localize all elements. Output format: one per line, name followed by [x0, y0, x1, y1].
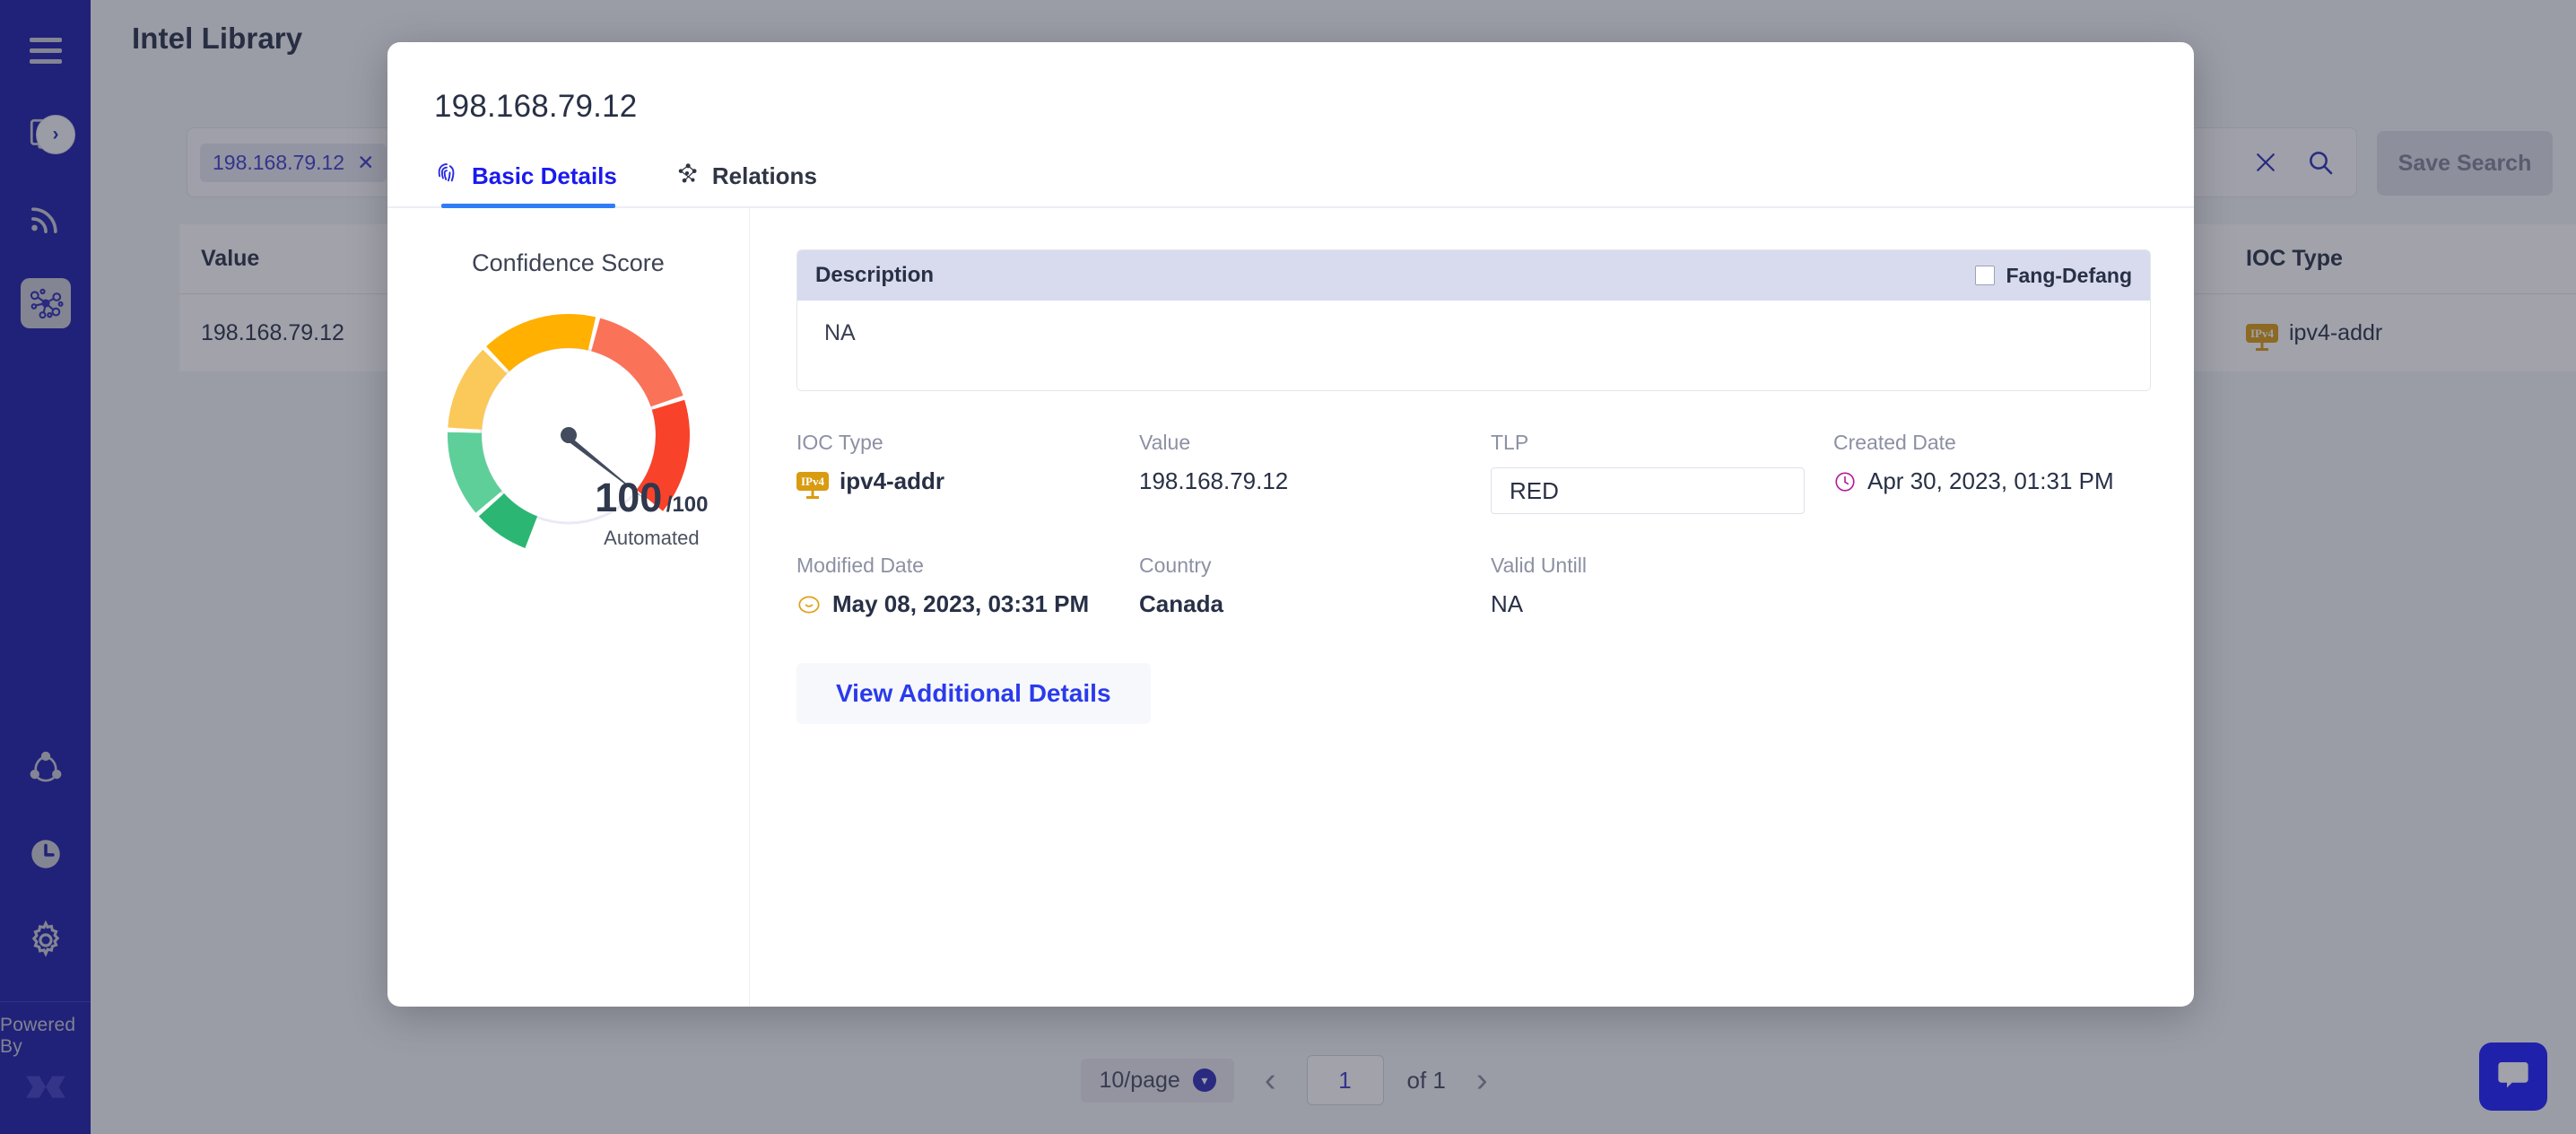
- gauge-score-value: 100: [595, 475, 662, 520]
- field-value: Apr 30, 2023, 01:31 PM: [1833, 467, 2147, 495]
- clock-icon-amber: [796, 592, 822, 617]
- field-value: NA: [1491, 590, 1833, 618]
- field-value-col: Value 198.168.79.12: [1139, 431, 1491, 514]
- gauge-title: Confidence Score: [472, 249, 665, 277]
- fields-row-2: Modified Date May 08, 2023, 03:31 PM Cou…: [796, 554, 2147, 618]
- description-header: Description Fang-Defang: [797, 250, 2150, 301]
- view-additional-details-button[interactable]: View Additional Details: [796, 663, 1151, 724]
- gauge-segment: [486, 314, 596, 371]
- field-tlp: TLP RED: [1491, 431, 1833, 514]
- tab-basic-details[interactable]: Basic Details: [434, 161, 617, 206]
- field-ioc-type: IOC Type IPv4 ipv4-addr: [796, 431, 1139, 514]
- field-value-text: May 08, 2023, 03:31 PM: [832, 590, 1089, 618]
- fang-defang-toggle[interactable]: Fang-Defang: [1975, 264, 2132, 288]
- confidence-gauge: 100 /100 Automated: [434, 301, 703, 570]
- field-value-text: ipv4-addr: [840, 467, 944, 495]
- field-valid-untill: Valid Untill NA: [1491, 554, 1833, 618]
- field-label: Country: [1139, 554, 1491, 578]
- field-label: TLP: [1491, 431, 1833, 455]
- gauge-subtitle: Automated: [595, 527, 708, 550]
- field-label: Created Date: [1833, 431, 2147, 455]
- field-modified-date: Modified Date May 08, 2023, 03:31 PM: [796, 554, 1139, 618]
- description-card: Description Fang-Defang NA: [796, 249, 2151, 391]
- field-spacer: [1833, 554, 2147, 618]
- fang-defang-label: Fang-Defang: [2006, 264, 2132, 288]
- gauge-segment: [591, 318, 683, 407]
- description-body: NA: [797, 301, 2150, 390]
- gauge-segment: [448, 350, 507, 430]
- modal-title: 198.168.79.12: [387, 42, 2194, 125]
- field-value: Canada: [1139, 590, 1491, 618]
- relations-graph-icon: [674, 161, 700, 192]
- fang-defang-checkbox[interactable]: [1975, 266, 1995, 285]
- tab-relations[interactable]: Relations: [674, 161, 817, 206]
- clock-icon-magenta: [1833, 470, 1857, 493]
- description-label: Description: [815, 263, 934, 288]
- ioc-details-modal: 198.168.79.12 Basic Details: [387, 42, 2194, 1007]
- gauge-score-max: /100: [666, 493, 709, 517]
- gauge-segment: [448, 432, 502, 513]
- fields-row-1: IOC Type IPv4 ipv4-addr Value 198.168.79…: [796, 431, 2147, 514]
- field-label: IOC Type: [796, 431, 1139, 455]
- field-country: Country Canada: [1139, 554, 1491, 618]
- gauge-readout: 100 /100 Automated: [595, 477, 708, 550]
- field-value: May 08, 2023, 03:31 PM: [796, 590, 1139, 618]
- field-label: Modified Date: [796, 554, 1139, 578]
- field-label: Valid Untill: [1491, 554, 1833, 578]
- field-created-date: Created Date Apr 30, 2023, 01:31 PM: [1833, 431, 2147, 514]
- tab-label: Basic Details: [472, 162, 617, 190]
- ipv4-badge-icon: IPv4: [796, 472, 829, 491]
- modal-body: Confidence Score 100 /100: [387, 208, 2194, 1007]
- basic-details-panel: Description Fang-Defang NA IOC Type IPv4…: [750, 208, 2194, 1007]
- tab-label: Relations: [712, 162, 817, 190]
- field-value-text: Apr 30, 2023, 01:31 PM: [1867, 467, 2114, 495]
- tlp-input[interactable]: RED: [1491, 467, 1805, 514]
- modal-tab-bar: Basic Details Relations: [387, 161, 2194, 208]
- field-label: Value: [1139, 431, 1491, 455]
- field-value: 198.168.79.12: [1139, 467, 1491, 495]
- fingerprint-icon: [434, 161, 459, 192]
- field-value: IPv4 ipv4-addr: [796, 467, 1139, 495]
- confidence-score-panel: Confidence Score 100 /100: [387, 208, 750, 1007]
